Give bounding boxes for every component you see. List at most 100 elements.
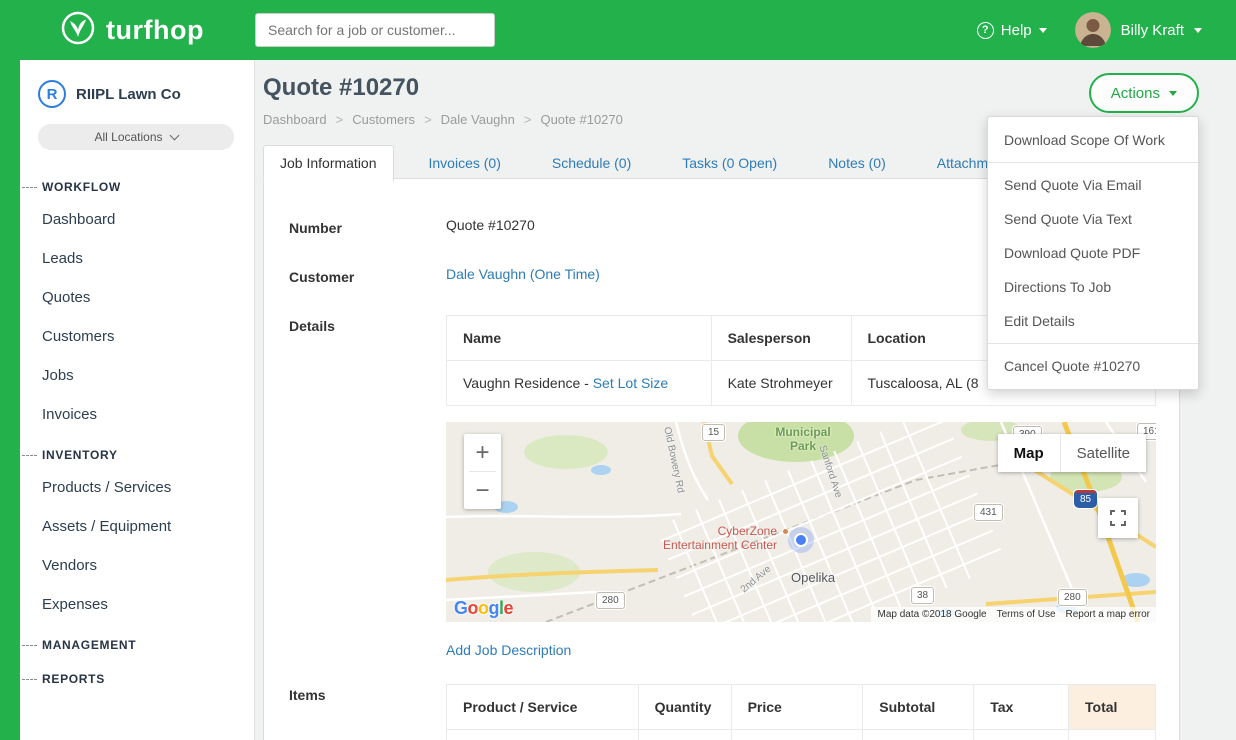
map-view-button[interactable]: Map <box>998 434 1060 472</box>
brand-name: turfhop <box>106 15 204 46</box>
map-zoom-control: + − <box>464 434 501 509</box>
sidebar-item-leads[interactable]: Leads <box>20 239 254 278</box>
route-shield-280: 280 <box>1058 589 1087 606</box>
poi-marker-icon <box>782 528 789 535</box>
tab-notes[interactable]: Notes (0) <box>812 146 902 181</box>
menu-item-download-scope[interactable]: Download Scope Of Work <box>988 123 1198 157</box>
menu-item-directions-to-job[interactable]: Directions To Job <box>988 270 1198 304</box>
sidebar-item-dashboard[interactable]: Dashboard <box>20 200 254 239</box>
help-icon: ? <box>977 22 994 39</box>
items-header-price: Price <box>731 685 863 730</box>
items-header-total: Total <box>1069 685 1156 730</box>
route-shield-15: 15 <box>702 424 725 441</box>
breadcrumb-dashboard[interactable]: Dashboard <box>263 112 327 127</box>
sidebar-item-assets-equipment[interactable]: Assets / Equipment <box>20 507 254 546</box>
details-label: Details <box>289 315 446 684</box>
breadcrumb-current: Quote #10270 <box>540 112 622 127</box>
section-workflow: WORKFLOW <box>20 166 254 200</box>
section-reports: REPORTS <box>20 658 254 692</box>
locations-dropdown[interactable]: All Locations <box>38 124 234 150</box>
terms-of-use-link[interactable]: Terms of Use <box>997 609 1056 620</box>
company-header[interactable]: R RIIPL Lawn Co <box>20 60 254 124</box>
menu-item-download-quote-pdf[interactable]: Download Quote PDF <box>988 236 1198 270</box>
actions-label: Actions <box>1111 85 1160 102</box>
map-label-municipal-park: Municipal Park <box>764 426 842 454</box>
items-header-subtotal: Subtotal <box>863 685 974 730</box>
tab-schedule[interactable]: Schedule (0) <box>536 146 647 181</box>
sidebar-item-invoices[interactable]: Invoices <box>20 395 254 434</box>
breadcrumb-customers[interactable]: Customers <box>352 112 415 127</box>
company-logo-icon: R <box>38 80 66 108</box>
actions-button[interactable]: Actions <box>1089 73 1199 113</box>
tab-job-information[interactable]: Job Information <box>263 145 394 182</box>
map-data-credit: Map data ©2018 Google <box>877 609 986 620</box>
breadcrumb-customer-name[interactable]: Dale Vaughn <box>441 112 515 127</box>
user-menu[interactable]: Billy Kraft <box>1075 12 1202 48</box>
tab-tasks[interactable]: Tasks (0 Open) <box>666 146 793 181</box>
caret-down-icon <box>1169 91 1177 96</box>
fullscreen-icon <box>1110 510 1126 526</box>
search-input[interactable] <box>255 13 495 47</box>
menu-divider <box>988 343 1198 344</box>
menu-item-cancel-quote[interactable]: Cancel Quote #10270 <box>988 349 1198 383</box>
report-map-error-link[interactable]: Report a map error <box>1066 609 1150 620</box>
brand[interactable]: turfhop <box>0 10 255 51</box>
avatar <box>1075 12 1111 48</box>
satellite-view-button[interactable]: Satellite <box>1060 434 1146 472</box>
turfhop-logo-icon <box>60 10 96 51</box>
breadcrumb-separator: > <box>336 112 344 127</box>
add-job-description-link[interactable]: Add Job Description <box>446 642 571 658</box>
details-header-name: Name <box>447 316 712 361</box>
route-shield-280: 280 <box>596 592 625 609</box>
company-name: RIIPL Lawn Co <box>76 86 181 103</box>
section-management: MANAGEMENT <box>20 624 254 658</box>
items-header-tax: Tax <box>974 685 1069 730</box>
items-table-row <box>447 730 1156 740</box>
sidebar-item-quotes[interactable]: Quotes <box>20 278 254 317</box>
zoom-in-button[interactable]: + <box>464 434 501 471</box>
items-label: Items <box>289 684 446 740</box>
menu-item-send-quote-text[interactable]: Send Quote Via Text <box>988 202 1198 236</box>
sidebar-item-jobs[interactable]: Jobs <box>20 356 254 395</box>
items-header-quantity: Quantity <box>638 685 731 730</box>
sidebar: R RIIPL Lawn Co All Locations WORKFLOW D… <box>20 60 255 740</box>
map-label-opelika: Opelika <box>791 570 835 585</box>
map-label-cyberzone: CyberZone Entertainment Center <box>651 524 777 553</box>
chevron-down-icon <box>1039 28 1047 33</box>
main-content: Quote #10270 Dashboard > Customers > Dal… <box>255 60 1236 740</box>
chevron-down-icon <box>1194 28 1202 33</box>
map-marker-icon <box>794 533 808 547</box>
locations-label: All Locations <box>94 130 162 144</box>
actions-dropdown-menu: Download Scope Of Work Send Quote Via Em… <box>987 116 1199 390</box>
menu-item-edit-details[interactable]: Edit Details <box>988 304 1198 338</box>
customer-type-link[interactable]: (One Time) <box>530 266 600 282</box>
property-name: Vaughn Residence - <box>463 375 589 391</box>
interstate-shield-85: 85 <box>1074 490 1097 508</box>
items-table: Product / Service Quantity Price Subtota… <box>446 684 1156 740</box>
tab-invoices[interactable]: Invoices (0) <box>413 146 517 181</box>
topbar: turfhop ? Help Billy Kraft <box>0 0 1236 60</box>
number-label: Number <box>289 217 446 236</box>
tab-bar: Job Information Invoices (0) Schedule (0… <box>263 145 1071 181</box>
map-type-control: Map Satellite <box>998 434 1146 472</box>
customer-link[interactable]: Dale Vaughn <box>446 266 526 282</box>
topbar-right: ? Help Billy Kraft <box>977 12 1236 48</box>
sidebar-item-expenses[interactable]: Expenses <box>20 585 254 624</box>
customer-label: Customer <box>289 266 446 285</box>
details-header-salesperson: Salesperson <box>711 316 851 361</box>
sidebar-item-vendors[interactable]: Vendors <box>20 546 254 585</box>
sidebar-item-customers[interactable]: Customers <box>20 317 254 356</box>
zoom-out-button[interactable]: − <box>464 472 501 509</box>
set-lot-size-link[interactable]: Set Lot Size <box>593 375 669 391</box>
fullscreen-button[interactable] <box>1098 498 1138 538</box>
left-accent-strip <box>0 60 20 740</box>
google-logo: Google <box>454 598 513 619</box>
section-inventory: INVENTORY <box>20 434 254 468</box>
help-menu[interactable]: ? Help <box>977 22 1047 39</box>
help-label: Help <box>1001 22 1032 39</box>
map[interactable]: Municipal Park CyberZone Entertainment C… <box>446 422 1156 622</box>
items-header-product-service: Product / Service <box>447 685 639 730</box>
menu-item-send-quote-email[interactable]: Send Quote Via Email <box>988 168 1198 202</box>
chevron-down-icon <box>169 130 179 140</box>
sidebar-item-products-services[interactable]: Products / Services <box>20 468 254 507</box>
